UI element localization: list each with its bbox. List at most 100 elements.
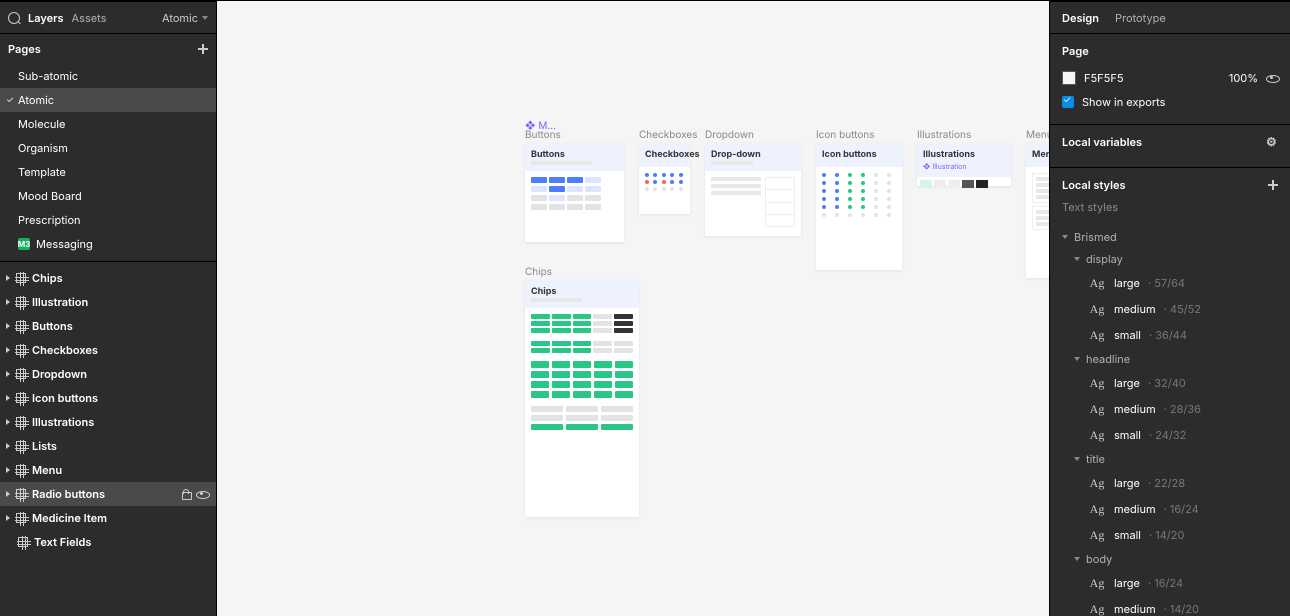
frame-dropdown[interactable]: Dropdown Drop-down [705,143,801,236]
style-group-header[interactable]: body [1050,548,1290,570]
page-item[interactable]: Prescription [0,208,216,232]
page-item[interactable]: Molecule [0,112,216,136]
layer-item[interactable]: Illustration [0,290,216,314]
show-exports-checkbox[interactable] [1062,96,1074,108]
pages-section-header: Pages [0,34,216,64]
text-style-item[interactable]: Agmedium · 14/20 [1050,596,1290,616]
frame-icon [16,273,26,283]
style-meta: · 32/40 [1148,376,1186,390]
chevron-right-icon[interactable] [6,419,10,425]
pages-list[interactable]: Sub-atomicAtomic Molecule OrganismTemplate… [0,64,216,262]
page-section-title: Page [1062,44,1089,58]
style-group-header[interactable]: display [1050,248,1290,270]
settings-icon[interactable] [1266,136,1278,148]
eye-icon[interactable] [196,488,208,500]
text-styles-list[interactable]: BrismeddisplayAglarge · 57/64Agmedium · … [1050,218,1290,616]
layer-item[interactable]: Checkboxes [0,338,216,362]
text-style-item[interactable]: Agmedium · 16/24 [1050,496,1290,522]
layer-item[interactable]: Menu [0,458,216,482]
page-color-swatch[interactable] [1062,71,1076,85]
text-style-item[interactable]: Agmedium · 45/52 [1050,296,1290,322]
frame-menu[interactable]: Menu Menu [1026,143,1049,278]
chevron-right-icon[interactable] [6,347,10,353]
style-meta: · 22/28 [1148,476,1185,490]
local-styles-section: Local styles Text styles [1050,168,1290,218]
ag-icon: Ag [1088,402,1106,417]
layer-item[interactable]: Radio buttons [0,482,216,506]
chevron-right-icon[interactable] [6,395,10,401]
chevron-right-icon[interactable] [6,299,10,305]
right-panel: Design Prototype Page F5F5F5 100% Show i… [1049,1,1290,616]
frame-icon [16,345,26,355]
layer-item[interactable]: Illustrations [0,410,216,434]
page-color-value[interactable]: F5F5F5 [1084,71,1124,85]
add-page-icon[interactable] [198,44,208,54]
right-panel-tabs: Design Prototype [1050,2,1290,34]
page-item[interactable]: M3Messaging [0,232,216,256]
layer-item[interactable]: Dropdown [0,362,216,386]
frame-chips[interactable]: Chips Chips [525,280,639,517]
style-name: medium [1114,402,1156,416]
eye-icon[interactable] [1266,72,1278,84]
text-style-item[interactable]: Agsmall · 36/44 [1050,322,1290,348]
layer-item[interactable]: Icon buttons [0,386,216,410]
text-style-item[interactable]: Aglarge · 57/64 [1050,270,1290,296]
style-group-header[interactable]: title [1050,448,1290,470]
text-style-item[interactable]: Aglarge · 32/40 [1050,370,1290,396]
chevron-right-icon[interactable] [6,323,10,329]
frame-title: Chips [531,286,633,297]
layer-label: Radio buttons [32,487,174,501]
frame-illustrations[interactable]: Illustrations Illustrations ❖ Illustrati… [917,143,1011,186]
text-style-item[interactable]: Agsmall · 14/20 [1050,522,1290,548]
text-styles-label: Text styles [1062,200,1278,214]
tab-assets[interactable]: Assets [72,11,107,25]
style-family-header[interactable]: Brismed [1050,226,1290,248]
chevron-right-icon[interactable] [6,491,10,497]
layer-item[interactable]: Chips [0,266,216,290]
left-panel: Layers Assets Atomic Pages Sub-atomicAto… [0,1,217,616]
layer-item[interactable]: Medicine Item [0,506,216,530]
page-item[interactable]: Organism [0,136,216,160]
page-badge: M3 [18,238,30,250]
ag-icon: Ag [1088,376,1106,391]
local-variables-title: Local variables [1062,135,1142,149]
page-item[interactable]: Mood Board [0,184,216,208]
show-exports-label: Show in exports [1082,95,1165,109]
text-style-item[interactable]: Aglarge · 22/28 [1050,470,1290,496]
page-opacity[interactable]: 100% [1229,71,1258,85]
layer-label: Buttons [32,319,208,333]
tab-prototype[interactable]: Prototype [1115,11,1166,25]
tab-design[interactable]: Design [1062,11,1099,25]
text-style-item[interactable]: Aglarge · 16/24 [1050,570,1290,596]
chevron-right-icon[interactable] [6,275,10,281]
page-item[interactable]: Template [0,160,216,184]
page-item[interactable]: Sub-atomic [0,64,216,88]
chevron-right-icon[interactable] [6,467,10,473]
page-item[interactable]: Atomic [0,88,216,112]
page-dropdown[interactable]: Atomic [162,11,208,25]
style-group-header[interactable]: headline [1050,348,1290,370]
ag-icon: Ag [1088,576,1106,591]
frame-icon [16,465,26,475]
layer-item[interactable]: Text Fields [0,530,216,554]
frame-icon [16,393,26,403]
add-style-icon[interactable] [1268,180,1278,190]
search-icon[interactable] [8,12,20,24]
frame-buttons[interactable]: Buttons Buttons [525,143,624,242]
lock-icon[interactable] [180,488,192,500]
page-item-label: Molecule [18,117,65,131]
chevron-right-icon[interactable] [6,443,10,449]
frame-checkboxes[interactable]: Checkboxes Checkboxes [639,143,690,214]
chevron-right-icon[interactable] [6,371,10,377]
style-meta: · 14/20 [1149,528,1184,542]
canvas[interactable]: ❖ M… Buttons Buttons Checkboxes Checkbox… [217,1,1049,616]
text-style-item[interactable]: Agsmall · 24/32 [1050,422,1290,448]
layers-list[interactable]: Chips Illustration Buttons CheckboxesDropdo… [0,262,216,616]
text-style-item[interactable]: Agmedium · 28/36 [1050,396,1290,422]
chevron-right-icon[interactable] [6,515,10,521]
frame-icon-buttons[interactable]: Icon buttons Icon buttons [816,143,902,270]
tab-layers[interactable]: Layers [28,11,64,25]
layer-label: Chips [32,271,208,285]
layer-item[interactable]: Lists [0,434,216,458]
layer-item[interactable]: Buttons [0,314,216,338]
